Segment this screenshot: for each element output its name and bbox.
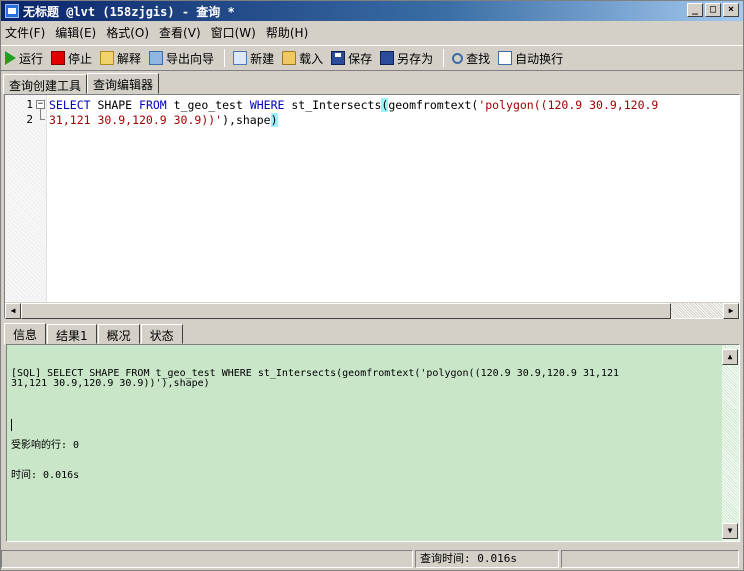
window-controls: _ □ ×: [687, 3, 739, 17]
new-label: 新建: [250, 51, 275, 66]
find-label: 查找: [466, 51, 491, 66]
run-button[interactable]: 运行: [5, 50, 43, 67]
menu-edit[interactable]: 编辑(E): [55, 24, 96, 41]
toolbar: 运行 停止 解释 导出向导 新建 载入 保存 另存为 查找 自动换行: [1, 45, 743, 71]
line-gutter: 1 2 −: [5, 95, 47, 302]
status-pane-extra: [561, 550, 739, 568]
save-as-icon: [380, 51, 395, 65]
fold-guide: [40, 109, 41, 119]
result-tabs: 信息 结果1 概况 状态: [4, 323, 184, 345]
menu-window[interactable]: 窗口(W): [211, 24, 256, 41]
new-query-icon: [233, 51, 248, 65]
sql-message: [SQL] SELECT SHAPE FROM t_geo_test WHERE…: [11, 368, 620, 389]
save-button[interactable]: 保存: [331, 50, 372, 67]
toolbar-separator: [224, 49, 226, 67]
message-vertical-scrollbar[interactable]: ▲ ▼: [722, 345, 739, 541]
play-icon: [5, 51, 16, 65]
maximize-button[interactable]: □: [705, 3, 721, 17]
fold-toggle-icon[interactable]: −: [36, 100, 45, 109]
tab-status[interactable]: 状态: [140, 324, 183, 344]
close-button[interactable]: ×: [723, 3, 739, 17]
stop-icon: [51, 51, 66, 65]
folder-icon: [282, 51, 297, 65]
scroll-left-button[interactable]: ◀: [5, 303, 21, 319]
message-pane[interactable]: [SQL] SELECT SHAPE FROM t_geo_test WHERE…: [6, 344, 740, 542]
menu-help[interactable]: 帮助(H): [266, 24, 308, 41]
save-as-label: 另存为: [397, 51, 434, 66]
title-bar: 无标题 @lvt (158zjgis) - 查询 * _ □ ×: [1, 1, 743, 21]
affected-rows: 受影响的行: 0: [11, 440, 80, 451]
word-wrap-button[interactable]: 自动换行: [498, 50, 563, 67]
run-label: 运行: [19, 51, 44, 66]
app-window: 无标题 @lvt (158zjgis) - 查询 * _ □ × 文件(F) 编…: [0, 0, 744, 571]
stop-label: 停止: [68, 51, 93, 66]
stop-button[interactable]: 停止: [51, 50, 92, 67]
status-bar: 查询时间: 0.016s: [1, 548, 743, 570]
tab-query-editor[interactable]: 查询编辑器: [87, 73, 160, 94]
elapsed-time: 时间: 0.016s: [11, 470, 80, 481]
sql-code[interactable]: SELECT SHAPE FROM t_geo_test WHERE st_In…: [49, 98, 658, 128]
save-as-button[interactable]: 另存为: [380, 50, 433, 67]
editor-tabs: 查询创建工具 查询编辑器: [3, 73, 160, 94]
line-number: 1: [26, 98, 33, 111]
load-label: 载入: [299, 51, 324, 66]
export-icon: [149, 51, 164, 65]
tab-result1[interactable]: 结果1: [47, 324, 97, 344]
new-button[interactable]: 新建: [233, 50, 274, 67]
explain-icon: [100, 51, 115, 65]
menu-view[interactable]: 查看(V): [159, 24, 201, 41]
find-button[interactable]: 查找: [452, 50, 490, 67]
menu-bar: 文件(F) 编辑(E) 格式(O) 查看(V) 窗口(W) 帮助(H): [1, 22, 743, 42]
explain-button[interactable]: 解释: [100, 50, 141, 67]
export-label: 导出向导: [166, 51, 215, 66]
app-icon: [5, 4, 19, 18]
status-query-time: 查询时间: 0.016s: [415, 550, 559, 568]
scroll-right-button[interactable]: ▶: [723, 303, 739, 319]
scroll-up-button[interactable]: ▲: [722, 349, 738, 365]
save-label: 保存: [348, 51, 373, 66]
window-title: 无标题 @lvt (158zjgis) - 查询 *: [23, 4, 235, 19]
editor-horizontal-scrollbar[interactable]: ◀ ▶: [5, 302, 739, 319]
tab-overview[interactable]: 概况: [97, 324, 140, 344]
fold-guide-end: [40, 119, 45, 120]
word-wrap-icon: [498, 51, 513, 65]
scroll-down-button[interactable]: ▼: [722, 523, 738, 539]
load-button[interactable]: 载入: [282, 50, 323, 67]
status-pane-main: [1, 550, 413, 568]
menu-format[interactable]: 格式(O): [106, 24, 149, 41]
text-caret: [11, 419, 12, 431]
tab-query-builder[interactable]: 查询创建工具: [3, 74, 88, 94]
sql-editor[interactable]: 1 2 − SELECT SHAPE FROM t_geo_test WHERE…: [4, 94, 740, 319]
minimize-button[interactable]: _: [687, 3, 703, 17]
save-icon: [331, 51, 346, 65]
message-text: [SQL] SELECT SHAPE FROM t_geo_test WHERE…: [11, 349, 711, 501]
line-number: 2: [26, 113, 33, 126]
tab-info[interactable]: 信息: [4, 323, 47, 345]
toolbar-separator: [443, 49, 445, 67]
search-icon: [452, 52, 464, 64]
wrap-label: 自动换行: [515, 51, 564, 66]
scroll-thumb[interactable]: [21, 303, 671, 319]
export-wizard-button[interactable]: 导出向导: [149, 50, 214, 67]
explain-label: 解释: [117, 51, 142, 66]
menu-file[interactable]: 文件(F): [5, 24, 45, 41]
